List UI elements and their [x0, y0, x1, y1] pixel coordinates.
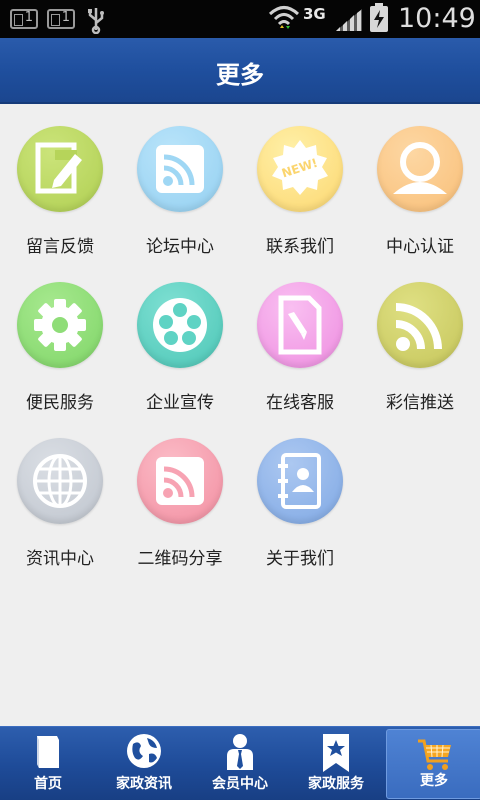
- title-bar: 更多: [0, 38, 480, 104]
- bookmark-star-icon: [323, 734, 349, 772]
- nav-tab-label: 家政服务: [308, 776, 364, 792]
- new-badge-icon: NEW!: [257, 126, 343, 212]
- grid-item-forum[interactable]: 论坛中心: [120, 104, 240, 257]
- grid-item-mms-push[interactable]: 彩信推送: [360, 260, 480, 413]
- document-pencil-icon: [257, 282, 343, 368]
- member-icon: [227, 734, 253, 770]
- grid-item-label: 关于我们: [266, 549, 334, 569]
- rss-icon: [137, 438, 223, 524]
- nav-tab-label: 会员中心: [212, 776, 268, 792]
- battery-icon: [370, 3, 388, 32]
- signal-icon: [336, 9, 362, 31]
- sim2-icon: 1: [47, 9, 75, 29]
- nav-tab-home[interactable]: 首页: [0, 727, 96, 800]
- rss-icon: [137, 126, 223, 212]
- grid-item-label: 彩信推送: [386, 393, 454, 413]
- grid-item-label: 企业宣传: [146, 393, 214, 413]
- grid-item-contact[interactable]: NEW! 联系我们: [240, 104, 360, 257]
- nav-tab-member[interactable]: 会员中心: [192, 727, 288, 800]
- nav-tab-label: 更多: [420, 773, 448, 789]
- nav-tab-label: 家政资讯: [116, 776, 172, 792]
- grid-item-label: 二维码分享: [137, 549, 223, 569]
- gear-icon: [17, 282, 103, 368]
- grid-item-label: 中心认证: [386, 237, 454, 257]
- grid-item-label: 论坛中心: [146, 237, 214, 257]
- nav-tab-service[interactable]: 家政服务: [288, 727, 384, 800]
- user-icon: [377, 126, 463, 212]
- grid-item-label: 留言反馈: [26, 237, 94, 257]
- grid-item-feedback[interactable]: 留言反馈: [0, 104, 120, 257]
- grid-item-certification[interactable]: 中心认证: [360, 104, 480, 257]
- globe-icon: [127, 734, 161, 768]
- edit-note-icon: [17, 126, 103, 212]
- nav-tab-news[interactable]: 家政资讯: [96, 727, 192, 800]
- film-reel-icon: [137, 282, 223, 368]
- clock: 10:49: [398, 3, 476, 34]
- wifi-icon: [268, 6, 300, 29]
- cart-icon: [418, 739, 451, 770]
- bottom-nav: 首页 家政资讯 会员中心 家政服务 更多: [0, 726, 480, 800]
- page-title: 更多: [216, 61, 264, 89]
- sim1-label: 1: [24, 10, 33, 25]
- rss-large-icon: [377, 282, 463, 368]
- usb-icon: [88, 8, 104, 34]
- grid-item-label: 资讯中心: [26, 549, 94, 569]
- grid-item-convenience[interactable]: 便民服务: [0, 260, 120, 413]
- sim2-label: 1: [61, 10, 70, 25]
- grid-item-qr-share[interactable]: 二维码分享: [120, 416, 240, 569]
- sim1-icon: 1: [10, 9, 38, 29]
- grid-item-label: 联系我们: [266, 237, 334, 257]
- status-bar: 1 1 3G 10:49: [0, 0, 480, 38]
- nav-tab-label: 首页: [34, 776, 62, 792]
- book-icon: [37, 736, 59, 768]
- grid-item-news-center[interactable]: 资讯中心: [0, 416, 120, 569]
- grid-item-promotion[interactable]: 企业宣传: [120, 260, 240, 413]
- network-type: 3G: [303, 5, 326, 23]
- grid-item-label: 便民服务: [26, 393, 94, 413]
- nav-tab-more[interactable]: 更多: [386, 729, 480, 799]
- globe-icon: [17, 438, 103, 524]
- grid-item-label: 在线客服: [266, 393, 334, 413]
- grid-item-online-service[interactable]: 在线客服: [240, 260, 360, 413]
- grid-item-about-us[interactable]: 关于我们: [240, 416, 360, 569]
- contact-book-icon: [257, 438, 343, 524]
